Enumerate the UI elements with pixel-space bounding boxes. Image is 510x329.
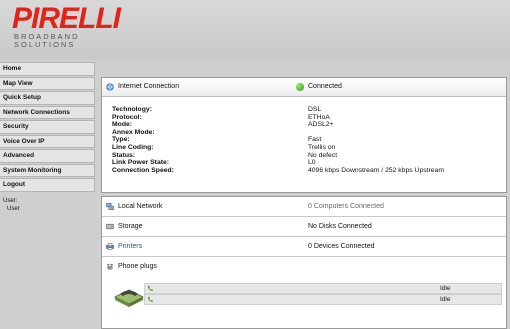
connected-status-icon <box>296 83 304 91</box>
services-panel: Local Network 0 Computers Connected Stor… <box>101 196 507 329</box>
detail-value: Trellis on <box>308 143 336 151</box>
sidebar-item-quick-setup[interactable]: Quick Setup <box>0 91 95 105</box>
sidebar-item-advanced[interactable]: Advanced <box>0 149 95 163</box>
pirelli-logo: PIRELLI <box>12 2 121 35</box>
detail-value: 4096 kbps Downstream / 252 kbps Upstream <box>308 166 445 174</box>
detail-value: No defect <box>308 151 338 159</box>
telephone-device-icon <box>114 289 144 307</box>
local-network-title: Local Network <box>118 203 163 210</box>
phone-plug-status: Idle <box>440 296 451 303</box>
sidebar-item-system-monitoring[interactable]: System Monitoring <box>0 163 95 177</box>
detail-label: Connection Speed: <box>112 166 174 174</box>
detail-row: Protocol: ETHoA <box>112 114 444 122</box>
detail-label: Type: <box>112 136 130 144</box>
detail-row: Annex Mode: <box>112 129 444 137</box>
detail-row: Link Power State: L0 <box>112 159 444 167</box>
local-network-value: 0 Computers Connected <box>308 203 384 210</box>
sidebar-item-map-view[interactable]: Map View <box>0 76 95 90</box>
sidebar-item-network-connections[interactable]: Network Connections <box>0 105 95 119</box>
storage-row[interactable]: Storage No Disks Connected <box>102 217 506 237</box>
phone-plug-row[interactable]: Idle <box>144 283 502 294</box>
internet-status: Connected <box>308 83 342 90</box>
phone-plug-status: Idle <box>440 285 451 292</box>
globe-icon <box>106 83 114 91</box>
sidebar-nav: Home Map View Quick Setup Network Connec… <box>0 62 95 327</box>
connection-details: Technology: DSL Protocol: ETHoA Mode: ADSL2… <box>112 106 444 174</box>
phone-plug-row[interactable]: Idle <box>144 294 502 305</box>
user-label: User: <box>3 197 18 204</box>
network-icon <box>106 203 114 210</box>
logo-subtitle-line2: SOLUTIONS <box>14 40 76 49</box>
internet-connection-panel: Internet Connection Connected Technology… <box>101 77 507 193</box>
internet-connection-header[interactable]: Internet Connection Connected <box>102 78 506 97</box>
detail-row: Status: No defect <box>112 152 444 160</box>
sidebar-item-voice-over-ip[interactable]: Voice Over IP <box>0 134 95 148</box>
storage-title: Storage <box>118 223 143 230</box>
phone-plugs-section: Phone plugs Idle Idle <box>102 257 506 317</box>
detail-row: Mode: ADSL2+ <box>112 121 444 129</box>
detail-row: Type: Fast <box>112 136 444 144</box>
detail-value: ADSL2+ <box>308 121 334 129</box>
detail-value: L0 <box>308 159 316 167</box>
detail-label: Mode: <box>112 121 133 129</box>
local-network-row[interactable]: Local Network 0 Computers Connected <box>102 197 506 217</box>
phone-icon <box>106 263 114 270</box>
internet-connection-title: Internet Connection <box>118 83 180 90</box>
header: PIRELLI BROADBAND SOLUTIONS <box>0 0 510 60</box>
storage-value: No Disks Connected <box>308 223 372 230</box>
printers-row[interactable]: Printers 0 Devices Connected <box>102 237 506 257</box>
detail-label: Link Power State: <box>112 159 170 167</box>
detail-row: Technology: DSL <box>112 106 444 114</box>
printer-icon <box>106 243 114 250</box>
logo-subtitle: BROADBAND SOLUTIONS <box>14 33 84 49</box>
phone-handset-icon <box>147 296 154 303</box>
detail-row: Connection Speed: 4096 kbps Downstream / … <box>112 167 444 175</box>
detail-value: ETHoA <box>308 113 330 121</box>
sidebar-item-home[interactable]: Home <box>0 62 95 76</box>
sidebar-item-logout[interactable]: Logout <box>0 178 95 192</box>
phone-plugs-row[interactable]: Phone plugs <box>102 257 506 276</box>
detail-label: Line Coding: <box>112 143 154 151</box>
detail-label: Status: <box>112 151 136 159</box>
storage-icon <box>106 223 114 230</box>
user-info: User: User <box>0 193 95 217</box>
user-value: User <box>7 205 20 212</box>
detail-label: Protocol: <box>112 113 142 121</box>
printers-title: Printers <box>118 243 143 250</box>
phone-plugs-title: Phone plugs <box>118 263 157 270</box>
printers-value: 0 Devices Connected <box>308 243 375 250</box>
detail-label: Annex Mode: <box>112 128 155 136</box>
detail-row: Line Coding: Trellis on <box>112 144 444 152</box>
phone-handset-icon <box>147 285 154 292</box>
detail-value: DSL <box>308 106 322 113</box>
sidebar-item-security[interactable]: Security <box>0 120 95 134</box>
detail-value: Fast <box>308 136 322 144</box>
detail-label: Technology: <box>112 106 152 113</box>
